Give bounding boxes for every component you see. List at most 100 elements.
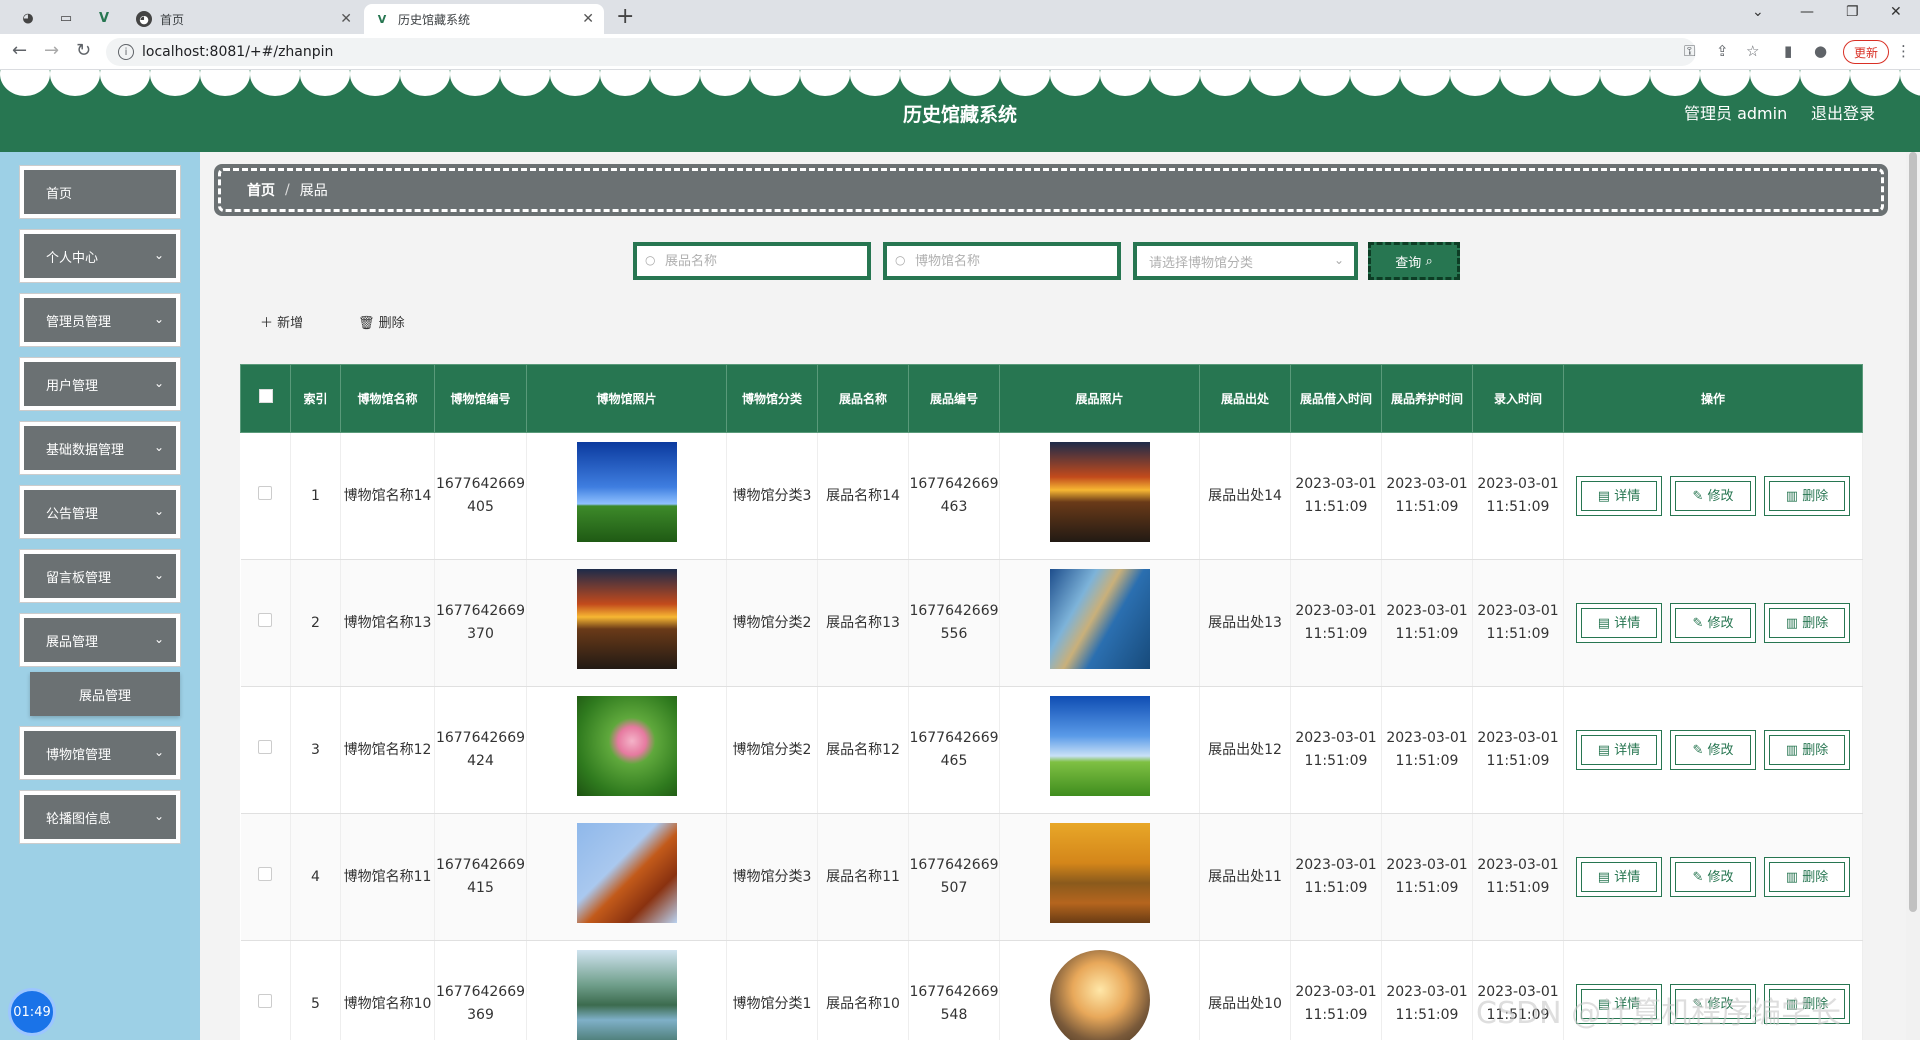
share-icon[interactable]: ⇪ xyxy=(1716,42,1729,60)
sidebar-item-museums[interactable]: 博物馆管理 ⌄ xyxy=(20,727,180,779)
minimize-icon[interactable]: — xyxy=(1800,4,1814,20)
row-checkbox[interactable] xyxy=(258,612,273,627)
sidebar-item-users[interactable]: 用户管理 ⌄ xyxy=(20,358,180,410)
select-all-header[interactable] xyxy=(240,364,291,433)
sidebar-item-notices[interactable]: 公告管理 ⌄ xyxy=(20,486,180,538)
sidebar-item-admins[interactable]: 管理员管理 ⌄ xyxy=(20,294,180,346)
column-header: 展品借入时间 xyxy=(1290,364,1382,433)
delete-button[interactable]: ▥ 删除 xyxy=(1764,857,1850,897)
tab-search-icon[interactable]: ⌄ xyxy=(1752,4,1764,20)
cell-borrow-time: 2023-03-01 11:51:09 xyxy=(1290,813,1382,941)
scrollbar-thumb[interactable] xyxy=(1909,152,1917,912)
table-row: 4 博物馆名称11 1677642669415 博物馆分类3 展品名称11 16… xyxy=(240,813,1863,941)
edit-button[interactable]: ✎ 修改 xyxy=(1670,603,1756,643)
museum-photo[interactable] xyxy=(576,569,677,669)
back-icon[interactable]: ← xyxy=(12,40,27,61)
sidebar-item-messages[interactable]: 留言板管理 ⌄ xyxy=(20,550,180,602)
site-info-icon[interactable]: i xyxy=(118,44,134,60)
table-row: 3 博物馆名称12 1677642669424 博物馆分类2 展品名称12 16… xyxy=(240,686,1863,814)
detail-button[interactable]: ▤ 详情 xyxy=(1576,730,1662,770)
exhibit-photo[interactable] xyxy=(1049,569,1150,669)
exhibit-photo[interactable] xyxy=(1049,823,1150,923)
pencil-icon: ✎ xyxy=(1692,869,1704,885)
restore-icon[interactable]: ❐ xyxy=(1846,4,1859,20)
menu-dots-icon[interactable]: ⋮ xyxy=(1896,42,1911,60)
cell-index: 2 xyxy=(290,559,341,687)
pinned-tab[interactable]: V xyxy=(90,6,118,30)
update-button[interactable]: 更新 xyxy=(1843,40,1890,64)
vertical-scrollbar[interactable] xyxy=(1906,152,1920,1040)
new-tab-button[interactable]: + xyxy=(616,4,634,29)
sidebar-item-profile[interactable]: 个人中心 ⌄ xyxy=(20,230,180,282)
sidebar-item-exhibits[interactable]: 展品管理 ⌄ xyxy=(20,614,180,666)
detail-button[interactable]: ▤ 详情 xyxy=(1576,476,1662,516)
exhibit-photo[interactable] xyxy=(1049,696,1150,796)
close-icon[interactable]: ✕ xyxy=(582,11,594,27)
pinned-tab[interactable]: ▭ xyxy=(52,6,80,30)
museum-photo[interactable] xyxy=(576,442,677,542)
close-icon[interactable]: ✕ xyxy=(340,11,352,27)
column-header: 博物馆名称 xyxy=(340,364,435,433)
tab-active[interactable]: V 历史馆藏系统 ✕ xyxy=(364,4,604,34)
trash-icon: ▥ xyxy=(1785,615,1799,631)
bookmark-star-icon[interactable]: ☆ xyxy=(1746,42,1759,60)
row-checkbox[interactable] xyxy=(258,739,273,754)
pinned-tab[interactable]: ◕ xyxy=(14,6,42,30)
column-header: 博物馆照片 xyxy=(526,364,727,433)
row-checkbox[interactable] xyxy=(258,993,273,1008)
cell-exhibit-name: 展品名称10 xyxy=(817,940,909,1040)
column-header: 索引 xyxy=(290,364,341,433)
row-checkbox[interactable] xyxy=(258,485,273,500)
logout-link[interactable]: 退出登录 xyxy=(1811,100,1875,124)
exhibit-photo[interactable] xyxy=(1049,442,1150,542)
reload-icon[interactable]: ↻ xyxy=(76,40,91,61)
forward-icon[interactable]: → xyxy=(44,40,59,61)
exhibit-name-input[interactable] xyxy=(665,253,855,269)
window-close-icon[interactable]: ✕ xyxy=(1890,4,1902,20)
add-button[interactable]: ＋ 新增 xyxy=(260,312,303,331)
detail-button[interactable]: ▤ 详情 xyxy=(1576,603,1662,643)
delete-button[interactable]: ▥ 删除 xyxy=(1764,603,1850,643)
museum-photo[interactable] xyxy=(576,950,677,1040)
document-icon: ▤ xyxy=(1597,615,1611,631)
edit-button[interactable]: ✎ 修改 xyxy=(1670,476,1756,516)
sidepanel-icon[interactable]: ▮ xyxy=(1784,42,1792,60)
key-icon[interactable]: ⚿ xyxy=(1684,42,1695,60)
profile-icon[interactable]: ● xyxy=(1814,42,1827,60)
batch-delete-button[interactable]: 🗑 删除 xyxy=(358,312,405,331)
museum-photo[interactable] xyxy=(576,823,677,923)
cell-museum-category: 博物馆分类1 xyxy=(726,940,818,1040)
cell-borrow-time: 2023-03-01 11:51:09 xyxy=(1290,686,1382,814)
cell-created-time: 2023-03-01 11:51:09 xyxy=(1472,432,1564,560)
tab-home[interactable]: ◕ 首页 ✕ xyxy=(126,4,362,34)
sidebar-item-home[interactable]: 首页 xyxy=(20,166,180,218)
museum-photo[interactable] xyxy=(576,696,677,796)
breadcrumb-home[interactable]: 首页 xyxy=(247,180,275,200)
exhibit-name-search[interactable]: ○ xyxy=(633,242,871,280)
delete-button[interactable]: ▥ 删除 xyxy=(1764,730,1850,770)
select-all-checkbox[interactable] xyxy=(258,389,273,403)
sidebar-subitem-exhibits[interactable]: 展品管理 xyxy=(30,672,180,716)
exhibit-photo[interactable] xyxy=(1049,950,1150,1040)
delete-button[interactable]: ▥ 删除 xyxy=(1764,476,1850,516)
edit-button[interactable]: ✎ 修改 xyxy=(1670,730,1756,770)
edit-button[interactable]: ✎ 修改 xyxy=(1670,857,1756,897)
cell-exhibit-name: 展品名称12 xyxy=(817,686,909,814)
cell-museum-no: 1677642669415 xyxy=(434,813,527,941)
sidebar-item-carousel[interactable]: 轮播图信息 ⌄ xyxy=(20,791,180,843)
tab-title: 历史馆藏系统 xyxy=(398,12,471,27)
sidebar-item-basedata[interactable]: 基础数据管理 ⌄ xyxy=(20,422,180,474)
url-field[interactable]: i localhost:8081/+#/zhanpin xyxy=(106,38,1696,66)
trash-icon: ▥ xyxy=(1785,488,1799,504)
museum-name-input[interactable] xyxy=(915,253,1105,269)
pencil-icon: ✎ xyxy=(1692,488,1704,504)
museum-name-search[interactable]: ○ xyxy=(883,242,1121,280)
cell-museum-category: 博物馆分类2 xyxy=(726,559,818,687)
detail-button[interactable]: ▤ 详情 xyxy=(1576,857,1662,897)
chevron-down-icon: ⌄ xyxy=(153,248,164,262)
query-button[interactable]: 查询 ⌕ xyxy=(1368,242,1460,280)
chevron-down-icon: ⌄ xyxy=(153,440,164,454)
cell-source: 展品出处11 xyxy=(1199,813,1291,941)
museum-category-select[interactable]: 请选择博物馆分类 ⌄ xyxy=(1133,242,1358,280)
row-checkbox[interactable] xyxy=(258,866,273,881)
